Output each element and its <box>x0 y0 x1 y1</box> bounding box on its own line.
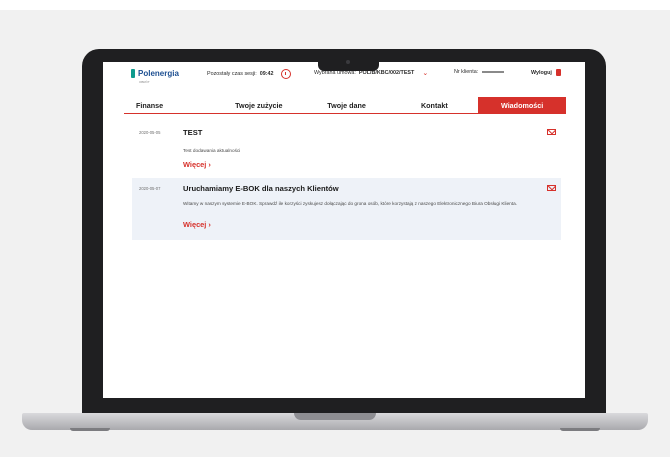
session-time: 09:42 <box>259 71 274 77</box>
logo-icon <box>131 69 135 78</box>
session-timer: Pozostały czas sesji: 09:42 <box>207 69 291 79</box>
logout-icon <box>555 69 561 76</box>
logo-subtitle: OBRÓT <box>139 80 150 84</box>
clock-icon <box>280 69 291 79</box>
list-item: 2020-05-07 Uruchamiamy E-BOK dla naszych… <box>132 178 561 240</box>
client-number: Nr klienta: <box>454 69 505 75</box>
list-item: 2020-05-05 TEST Test dodawania aktualnoś… <box>132 122 561 174</box>
logout-label: Wyloguj <box>531 69 552 76</box>
tab-twoje-zuzycie[interactable]: Twoje zużycie <box>215 97 303 113</box>
message-body: Witamy w naszym systemie E-BOK. Sprawdź … <box>183 201 517 206</box>
read-more-link[interactable]: Więcej › <box>183 220 211 229</box>
logo-text: Polenergia <box>138 69 179 78</box>
envelope-icon[interactable] <box>547 185 556 191</box>
logout-button[interactable]: Wyloguj <box>531 69 561 76</box>
tab-finanse[interactable]: Finanse <box>124 97 215 113</box>
message-date: 2020-05-05 <box>139 130 161 135</box>
tab-wiadomosci[interactable]: Wiadomości <box>478 97 566 113</box>
brand-logo[interactable]: Polenergia <box>131 69 179 78</box>
message-date: 2020-05-07 <box>139 186 161 191</box>
laptop-foot <box>70 428 110 431</box>
laptop-hinge-notch <box>294 413 376 420</box>
message-body: Test dodawania aktualności <box>183 148 241 153</box>
envelope-icon[interactable] <box>547 129 556 135</box>
camera-icon <box>346 60 350 64</box>
main-nav: Finanse Twoje zużycie Twoje dane Kontakt… <box>124 97 566 114</box>
message-title: TEST <box>183 128 203 137</box>
session-label: Pozostały czas sesji: <box>207 71 257 77</box>
laptop-foot <box>560 428 600 431</box>
client-label: Nr klienta: <box>454 69 479 75</box>
chevron-down-icon: ⌄ <box>422 70 429 77</box>
read-more-link[interactable]: Więcej › <box>183 160 211 169</box>
tab-twoje-dane[interactable]: Twoje dane <box>303 97 391 113</box>
tab-kontakt[interactable]: Kontakt <box>390 97 478 113</box>
app-screen: Polenergia OBRÓT Pozostały czas sesji: 0… <box>103 62 585 398</box>
masked-client-id <box>482 71 505 73</box>
message-title: Uruchamiamy E-BOK dla naszych Klientów <box>183 184 339 193</box>
